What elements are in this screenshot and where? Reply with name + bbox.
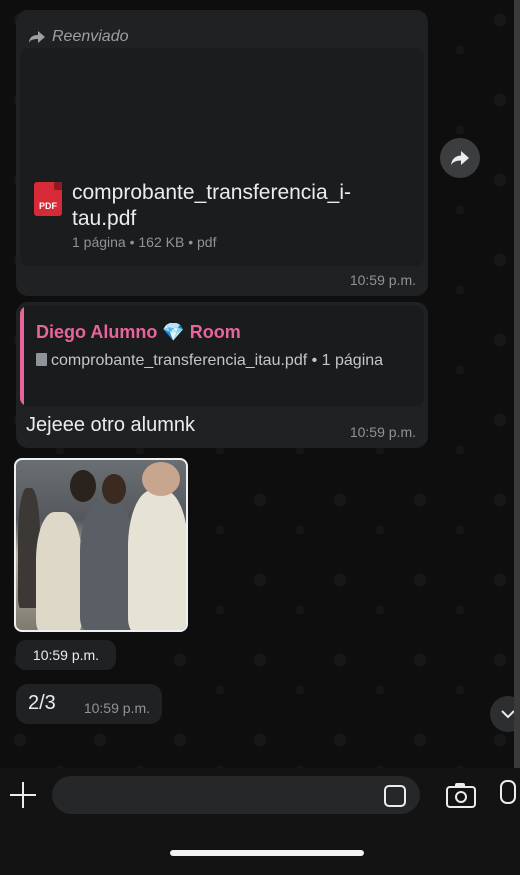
forwarded-label: Reenviado (28, 28, 129, 46)
document-name: comprobante_transferencia_i-tau.pdf (72, 181, 351, 230)
message-input[interactable] (52, 776, 420, 814)
pdf-badge: PDF (39, 201, 57, 211)
photo-figure (102, 474, 126, 504)
photo-message[interactable] (14, 458, 188, 632)
forward-icon (29, 31, 45, 43)
document-meta: 1 página • 162 KB • pdf (72, 234, 217, 250)
message-time: 10:59 p.m. (349, 424, 416, 440)
mic-icon[interactable] (500, 780, 516, 804)
chat-area: Reenviado PDF comprobante_transferencia_… (0, 0, 520, 768)
camera-icon[interactable] (446, 783, 476, 808)
reply-text: Jejeee otro alumnk (26, 414, 195, 436)
forwarded-text: Reenviado (52, 28, 129, 45)
home-indicator (170, 850, 364, 856)
quote-accent-bar (20, 306, 24, 406)
message-time: 10:59 p.m. (349, 272, 416, 288)
document-card[interactable]: PDF comprobante_transferencia_i-tau.pdf … (20, 48, 424, 266)
photo-figure (142, 462, 180, 496)
share-button[interactable] (440, 138, 480, 178)
short-message[interactable]: 2/3 10:59 p.m. (16, 684, 162, 724)
reply-message[interactable]: Diego Alumno 💎 Room comprobante_transfer… (16, 302, 428, 448)
message-text: 2/3 (28, 692, 56, 714)
quoted-document-text: comprobante_transferencia_itau.pdf • 1 p… (51, 352, 384, 369)
photo-figure (128, 490, 186, 630)
quoted-document: comprobante_transferencia_itau.pdf • 1 p… (36, 350, 396, 372)
message-time: 10:59 p.m. (83, 700, 150, 716)
quoted-author: Diego Alumno 💎 Room (36, 322, 241, 342)
share-icon (451, 151, 469, 165)
doc-icon (36, 353, 47, 366)
photo-figure (80, 500, 134, 630)
sticker-icon[interactable] (384, 785, 406, 807)
photo-figure (70, 470, 96, 502)
photo-figure (36, 512, 82, 630)
quoted-message[interactable]: Diego Alumno 💎 Room comprobante_transfer… (20, 306, 424, 406)
screen-edge (514, 0, 520, 875)
photo-time: 10:59 p.m. (16, 640, 116, 670)
forwarded-document-message[interactable]: Reenviado PDF comprobante_transferencia_… (16, 10, 428, 296)
plus-icon[interactable] (10, 782, 36, 808)
pdf-icon: PDF (34, 182, 62, 216)
